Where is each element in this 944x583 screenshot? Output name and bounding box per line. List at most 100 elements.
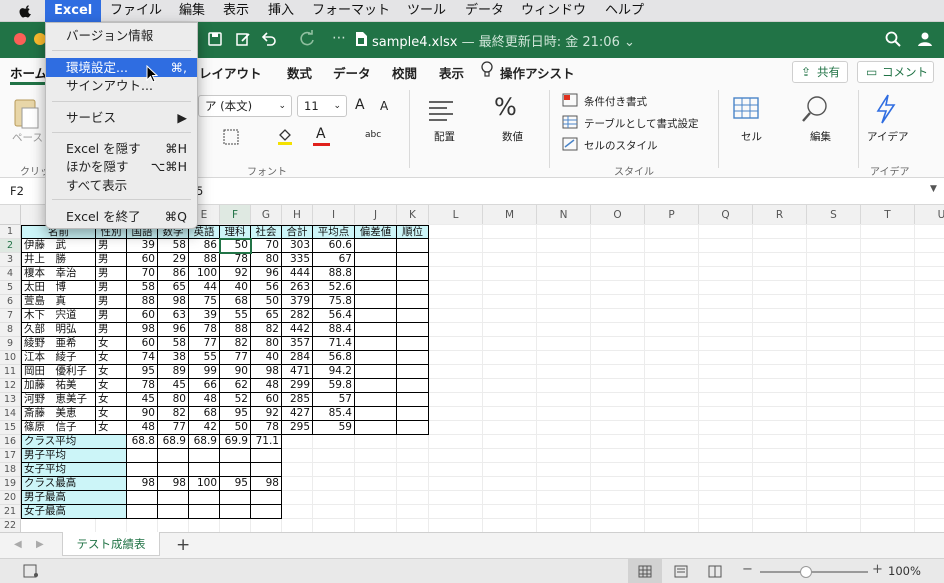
table-cell[interactable]: [397, 323, 429, 337]
table-cell[interactable]: 70: [251, 239, 282, 253]
table-cell[interactable]: [397, 309, 429, 323]
table-cell[interactable]: 榎本 幸治: [21, 267, 96, 281]
table-cell[interactable]: 社会: [251, 225, 282, 239]
table-cell[interactable]: 59: [313, 421, 355, 435]
cells-label[interactable]: セル: [741, 129, 762, 144]
table-cell[interactable]: [397, 421, 429, 435]
table-cell[interactable]: 98: [127, 323, 158, 337]
table-cell[interactable]: 74: [127, 351, 158, 365]
table-cell[interactable]: 68: [220, 295, 251, 309]
table-cell[interactable]: 82: [220, 337, 251, 351]
table-cell[interactable]: [127, 505, 158, 519]
table-cell[interactable]: 100: [189, 477, 220, 491]
name-box[interactable]: F2: [10, 184, 24, 198]
menu-item[interactable]: すべて表示: [46, 176, 197, 195]
row-header[interactable]: 22: [0, 519, 21, 532]
table-cell[interactable]: 合計: [282, 225, 313, 239]
table-cell[interactable]: 94.2: [313, 365, 355, 379]
table-cell[interactable]: 98: [127, 477, 158, 491]
column-header[interactable]: Q: [699, 205, 753, 225]
format-as-table-icon[interactable]: [562, 115, 578, 129]
table-cell[interactable]: [220, 463, 251, 477]
select-all-corner[interactable]: [0, 205, 21, 225]
table-cell[interactable]: 江本 綾子: [21, 351, 96, 365]
table-cell[interactable]: 56.4: [313, 309, 355, 323]
table-cell[interactable]: [355, 407, 397, 421]
table-cell[interactable]: 女: [96, 337, 127, 351]
table-cell[interactable]: 379: [282, 295, 313, 309]
row-header[interactable]: 12: [0, 379, 21, 393]
ideas-icon[interactable]: [874, 94, 898, 124]
menu-format[interactable]: フォーマット: [312, 0, 390, 22]
table-cell[interactable]: 60.6: [313, 239, 355, 253]
table-cell[interactable]: 55: [189, 351, 220, 365]
table-cell[interactable]: 303: [282, 239, 313, 253]
table-cell[interactable]: 357: [282, 337, 313, 351]
table-cell[interactable]: 女: [96, 379, 127, 393]
redo-icon[interactable]: [298, 30, 316, 48]
search-icon[interactable]: [884, 30, 902, 48]
table-cell[interactable]: [127, 463, 158, 477]
table-cell[interactable]: 太田 博: [21, 281, 96, 295]
table-cell[interactable]: 88.8: [313, 267, 355, 281]
table-cell[interactable]: 82: [251, 323, 282, 337]
table-cell[interactable]: [397, 351, 429, 365]
table-cell[interactable]: 70: [127, 267, 158, 281]
table-cell[interactable]: 60: [127, 337, 158, 351]
table-cell[interactable]: 39: [127, 239, 158, 253]
table-cell[interactable]: 444: [282, 267, 313, 281]
menu-excel[interactable]: Excel: [45, 0, 102, 22]
table-cell[interactable]: 78: [189, 323, 220, 337]
row-header[interactable]: 17: [0, 449, 21, 463]
table-cell[interactable]: 女: [96, 351, 127, 365]
table-cell[interactable]: [189, 505, 220, 519]
table-cell[interactable]: 順位: [397, 225, 429, 239]
table-cell[interactable]: [251, 491, 282, 505]
table-cell[interactable]: [158, 463, 189, 477]
column-header[interactable]: U: [915, 205, 944, 225]
table-cell[interactable]: 男: [96, 309, 127, 323]
table-cell[interactable]: 335: [282, 253, 313, 267]
row-header[interactable]: 7: [0, 309, 21, 323]
align-icon[interactable]: [427, 98, 455, 122]
table-cell[interactable]: [355, 267, 397, 281]
summary-label[interactable]: 女子平均: [21, 463, 127, 477]
table-cell[interactable]: 75: [189, 295, 220, 309]
table-cell[interactable]: 295: [282, 421, 313, 435]
summary-label[interactable]: 男子最高: [21, 491, 127, 505]
table-cell[interactable]: 萱島 真: [21, 295, 96, 309]
table-cell[interactable]: [355, 421, 397, 435]
tab-tell-me[interactable]: 操作アシスト: [500, 63, 575, 82]
table-cell[interactable]: 92: [220, 267, 251, 281]
row-header[interactable]: 10: [0, 351, 21, 365]
table-cell[interactable]: 29: [158, 253, 189, 267]
find-icon[interactable]: [801, 94, 831, 124]
table-cell[interactable]: [355, 379, 397, 393]
page-layout-icon[interactable]: [674, 565, 688, 578]
tab-review[interactable]: 校閲: [392, 63, 417, 82]
table-cell[interactable]: 98: [251, 477, 282, 491]
table-cell[interactable]: 442: [282, 323, 313, 337]
row-header[interactable]: 9: [0, 337, 21, 351]
table-cell[interactable]: 65: [251, 309, 282, 323]
table-cell[interactable]: 78: [251, 421, 282, 435]
table-cell[interactable]: 95: [220, 477, 251, 491]
menu-edit[interactable]: 編集: [179, 0, 205, 22]
row-header[interactable]: 15: [0, 421, 21, 435]
column-header[interactable]: F: [220, 205, 251, 225]
edit-icon[interactable]: [234, 30, 252, 48]
conditional-format-icon[interactable]: [562, 93, 578, 107]
row-header[interactable]: 3: [0, 253, 21, 267]
table-cell[interactable]: 45: [127, 393, 158, 407]
menu-file[interactable]: ファイル: [110, 0, 162, 22]
table-cell[interactable]: 68: [189, 407, 220, 421]
table-cell[interactable]: 427: [282, 407, 313, 421]
table-cell[interactable]: 80: [251, 253, 282, 267]
column-header[interactable]: K: [397, 205, 429, 225]
summary-label[interactable]: クラス平均: [21, 435, 127, 449]
table-cell[interactable]: 77: [220, 351, 251, 365]
table-cell[interactable]: 男: [96, 253, 127, 267]
table-cell[interactable]: 68.8: [127, 435, 158, 449]
save-icon[interactable]: [206, 30, 224, 48]
table-cell[interactable]: [189, 449, 220, 463]
